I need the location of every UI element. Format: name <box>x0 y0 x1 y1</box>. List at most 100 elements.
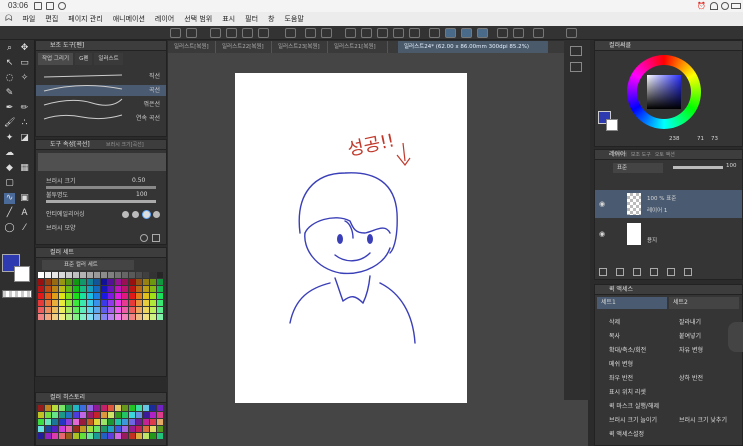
color-swatch[interactable] <box>94 286 100 292</box>
history-swatch[interactable] <box>52 405 58 411</box>
history-swatch[interactable] <box>115 433 121 439</box>
history-swatch[interactable] <box>66 419 72 425</box>
color-swatch[interactable] <box>129 314 135 320</box>
color-swatch[interactable] <box>94 279 100 285</box>
color-swatch[interactable] <box>45 279 51 285</box>
color-swatch[interactable] <box>80 279 86 285</box>
object-icon[interactable]: ↖ <box>4 58 15 69</box>
history-swatch[interactable] <box>136 433 142 439</box>
history-swatch[interactable] <box>101 419 107 425</box>
color-swatch[interactable] <box>66 307 72 313</box>
history-swatch[interactable] <box>80 405 86 411</box>
history-swatch[interactable] <box>150 433 156 439</box>
mask-icon[interactable] <box>650 268 658 276</box>
snap-grid-icon[interactable] <box>477 28 488 38</box>
auto-action-tab[interactable]: 오토 액션 <box>655 151 675 158</box>
color-swatch[interactable] <box>150 293 156 299</box>
history-swatch[interactable] <box>136 412 142 418</box>
invert-selection-icon[interactable] <box>377 28 388 38</box>
color-swatch[interactable] <box>52 279 58 285</box>
qa-flip-vertical[interactable]: 상하 반전 <box>679 372 703 385</box>
menu-file[interactable]: 파일 <box>17 12 40 26</box>
color-swatch[interactable] <box>143 314 149 320</box>
history-swatch[interactable] <box>143 433 149 439</box>
color-swatch[interactable] <box>73 286 79 292</box>
brush-icon[interactable]: 🖌 <box>4 118 15 129</box>
deselect-icon[interactable] <box>361 28 372 38</box>
color-swatch[interactable] <box>87 293 93 299</box>
tab-canvas-3[interactable]: 일러스트23[복원] <box>272 41 328 53</box>
color-swatch[interactable] <box>52 307 58 313</box>
sub-tool-tab-1[interactable]: 작업 그리기 <box>38 53 74 65</box>
color-swatch[interactable] <box>94 314 100 320</box>
eyedropper-icon[interactable]: ✎ <box>4 88 15 99</box>
new-folder-icon[interactable] <box>633 268 641 276</box>
history-swatch[interactable] <box>94 426 100 432</box>
history-swatch[interactable] <box>122 419 128 425</box>
color-swatch[interactable] <box>115 300 121 306</box>
color-swatch[interactable] <box>38 307 44 313</box>
color-swatch[interactable] <box>108 286 114 292</box>
cube-icon[interactable] <box>513 28 524 38</box>
color-swatch[interactable] <box>45 300 51 306</box>
color-swatch[interactable] <box>108 300 114 306</box>
color-swatch[interactable] <box>45 272 51 278</box>
history-swatch[interactable] <box>157 433 163 439</box>
eye-icon[interactable]: ◉ <box>599 200 605 208</box>
color-swatch[interactable] <box>59 300 65 306</box>
new-raster-layer-icon[interactable] <box>599 268 607 276</box>
color-swatch[interactable] <box>94 272 100 278</box>
history-swatch[interactable] <box>45 419 51 425</box>
tab-canvas-4[interactable]: 일러스트21[복원] <box>328 41 388 53</box>
color-swatch[interactable] <box>52 286 58 292</box>
history-swatch[interactable] <box>87 426 93 432</box>
curve-line-icon[interactable]: ∿ <box>4 193 15 204</box>
history-swatch[interactable] <box>59 426 65 432</box>
history-swatch[interactable] <box>115 426 121 432</box>
line-correction-icon[interactable]: ⁄ <box>19 223 30 234</box>
save-icon[interactable] <box>226 28 237 38</box>
new-vector-layer-icon[interactable] <box>616 268 624 276</box>
menu-edit[interactable]: 편집 <box>40 12 63 26</box>
history-swatch[interactable] <box>143 412 149 418</box>
qa-cut[interactable]: 잘라내기 <box>679 316 701 329</box>
blend-icon[interactable]: ☁ <box>4 148 15 159</box>
color-swatch[interactable] <box>59 314 65 320</box>
color-swatch[interactable] <box>122 272 128 278</box>
history-swatch[interactable] <box>94 433 100 439</box>
antialias-strong-icon[interactable] <box>153 211 160 218</box>
history-swatch[interactable] <box>101 426 107 432</box>
history-swatch[interactable] <box>45 412 51 418</box>
color-swatch[interactable] <box>115 279 121 285</box>
wrench-icon[interactable] <box>152 234 160 242</box>
history-swatch[interactable] <box>73 412 79 418</box>
history-swatch[interactable] <box>136 405 142 411</box>
color-swatch[interactable] <box>129 272 135 278</box>
color-swatch[interactable] <box>150 279 156 285</box>
drawing-paper[interactable]: 성공!! <box>235 73 467 403</box>
color-swatch[interactable] <box>157 300 163 306</box>
color-swatch[interactable] <box>80 307 86 313</box>
color-swatch[interactable] <box>101 286 107 292</box>
qa-mesh-transform[interactable]: 메쉬 변형 <box>609 358 633 371</box>
history-swatch[interactable] <box>38 412 44 418</box>
history-swatch[interactable] <box>66 426 72 432</box>
color-swatch[interactable] <box>150 286 156 292</box>
menu-filter[interactable]: 필터 <box>240 12 263 26</box>
history-swatch[interactable] <box>143 426 149 432</box>
color-swatch[interactable] <box>38 293 44 299</box>
layer-tab[interactable]: 레이어 <box>613 151 627 158</box>
tab-canvas-1[interactable]: 일러스트[복원] <box>168 41 216 53</box>
layer-row-2[interactable]: ◉ 용지 <box>595 220 742 248</box>
color-swatch[interactable] <box>143 293 149 299</box>
panel-toggle-icon[interactable] <box>570 46 582 56</box>
history-swatch[interactable] <box>38 419 44 425</box>
history-swatch[interactable] <box>87 405 93 411</box>
qa-quick-mask[interactable]: 퀵 마스크 실행/해제 <box>609 400 659 413</box>
menu-window[interactable]: 창 <box>263 12 279 26</box>
frame-icon[interactable]: ▣ <box>19 193 30 204</box>
color-swatch[interactable] <box>101 314 107 320</box>
history-swatch[interactable] <box>73 433 79 439</box>
history-swatch[interactable] <box>129 426 135 432</box>
menu-icon[interactable] <box>170 28 181 38</box>
